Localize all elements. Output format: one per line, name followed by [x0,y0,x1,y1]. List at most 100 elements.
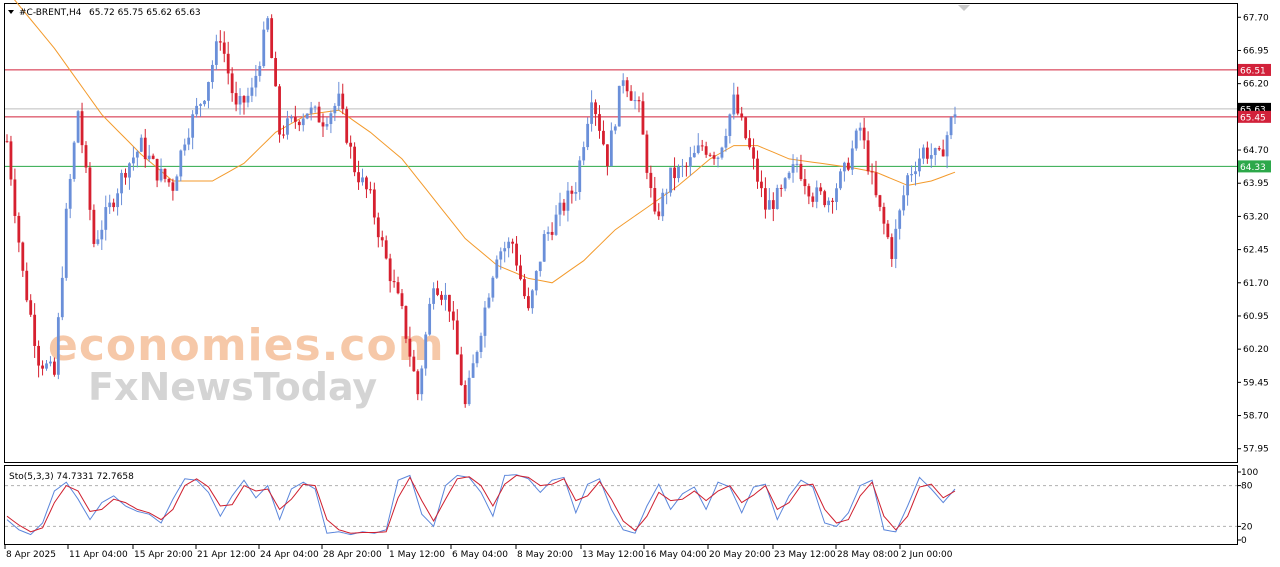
candle-body [286,118,289,135]
candle-body [712,155,716,159]
candle-body [400,293,404,307]
candle-body [598,114,601,131]
candle-body [440,294,443,300]
candle-body [637,100,641,102]
candle-body [41,365,44,369]
candle-body [914,171,917,175]
price-tick-label: 66.95 [1243,46,1269,56]
candle-body [333,105,337,114]
candle-body [467,377,471,405]
candle-body [835,188,838,202]
price-chart[interactable]: economies.com FxNewsToday 67.70 66.95 66.2… [0,0,1280,567]
candle-body [92,209,96,244]
time-tick-label: 20 May 20:00 [709,550,771,560]
candle-body [455,320,459,355]
candle-body [752,147,755,159]
candle-body [902,195,906,211]
candle-body [376,217,380,238]
candle-body [882,206,886,224]
candle-body [617,85,621,127]
candle-body [96,239,100,244]
candle-body [218,41,222,43]
time-tick-label: 8 Apr 2025 [6,550,56,560]
candle-body [234,93,238,105]
candle-body [562,202,566,211]
candle-body [578,160,582,193]
candle-body [60,277,64,318]
candle-body [491,277,495,298]
candle-body [744,117,748,139]
price-tick-label: 66.20 [1243,80,1269,90]
candle-body [582,147,586,161]
candle-body [894,228,898,259]
candle-body [554,214,558,235]
candle-body [736,94,740,114]
candle-body [728,114,732,136]
time-tick-label: 6 May 04:00 [452,550,508,560]
candle-body [843,162,846,172]
candle-body [64,208,68,278]
candle-body [68,178,72,209]
candle-body [898,210,902,229]
candle-body [609,130,613,167]
candle-body [80,111,84,146]
candle-body [369,189,372,191]
candle-body [5,141,9,143]
candle-body [372,189,376,218]
candle-body [266,18,270,30]
candle-body [815,187,819,202]
candle-body [13,179,17,216]
chart-symbol-title: #C-BRENT,H4 [19,8,82,18]
candle-body [803,179,807,187]
candle-body [151,155,155,159]
candle-body [949,117,953,136]
candle-body [341,93,345,110]
candle-body [321,122,325,127]
time-tick-label: 13 May 12:00 [582,550,644,560]
candle-body [242,96,246,103]
candle-body [771,200,775,209]
candle-body [550,231,554,235]
candle-body [862,127,866,141]
candle-body [404,306,408,339]
candle-body [641,101,645,135]
price-tick-label: 61.70 [1243,279,1269,289]
price-tag-label: 65.45 [1240,113,1266,123]
candle-body [100,229,104,240]
time-tick-label: 28 Apr 20:00 [323,550,382,560]
time-tick-label: 8 May 20:00 [517,550,573,560]
candle-body [282,134,285,136]
candle-body [922,147,925,159]
candle-body [724,135,728,148]
candle-body [21,242,25,271]
candle-body [574,192,578,194]
candle-body [740,113,744,118]
candle-body [779,187,783,189]
candle-body [933,148,937,156]
candle-body [807,186,811,197]
candle-body [530,290,534,309]
candle-body [613,126,617,131]
candle-body [906,175,909,196]
stoch-tick-label: 100 [1241,468,1258,478]
candle-body [748,138,751,148]
candle-body [799,163,803,180]
candle-body [9,141,13,180]
candle-body [171,182,175,191]
candle-body [33,314,37,346]
candle-body [594,102,597,115]
candle-body [139,137,143,152]
stoch-tick-label: 80 [1241,482,1253,492]
candle-body [203,100,206,105]
candle-body [175,176,179,191]
candle-body [384,240,388,259]
candle-body [858,127,862,131]
candle-body [704,146,708,155]
candle-body [673,167,676,179]
candle-body [412,356,416,372]
candle-body [183,144,187,151]
candle-body [625,80,629,92]
candle-body [388,258,392,282]
candle-body [566,190,570,211]
time-tick-label: 28 May 08:00 [837,550,899,560]
